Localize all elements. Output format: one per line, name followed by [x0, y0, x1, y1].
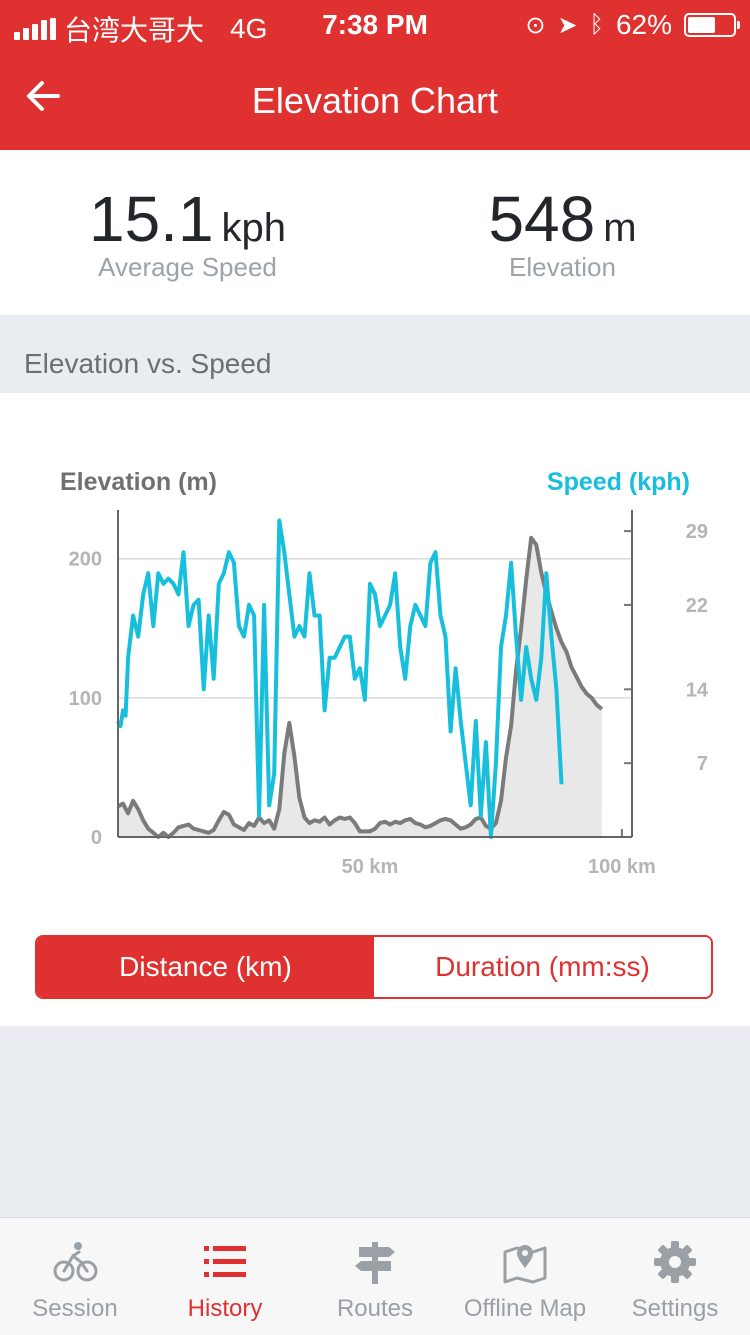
elevation-label: Elevation [509, 252, 616, 282]
section-header: Elevation vs. Speed [0, 315, 750, 393]
axis-mode-toggle: Distance (km) Duration (mm:ss) [35, 935, 713, 999]
right-tick-label: 29 [686, 521, 708, 543]
bluetooth-icon: ᛒ [589, 11, 604, 38]
battery-percent: 62% [615, 9, 672, 40]
tab-session[interactable]: Session [0, 1218, 150, 1335]
average-speed-unit: kph [221, 206, 287, 250]
elevation-unit: m [603, 206, 637, 250]
map-pin-icon [503, 1245, 547, 1284]
tab-settings[interactable]: Settings [600, 1218, 750, 1335]
rotation-lock-icon: ⊙ [525, 11, 546, 39]
duration-toggle-button[interactable]: Duration (mm:ss) [374, 937, 711, 997]
right-tick-label: 14 [686, 679, 709, 701]
speed-line [116, 518, 564, 839]
page-title: Elevation Chart [251, 80, 499, 121]
list-icon [204, 1246, 246, 1277]
tab-session-label: Session [32, 1295, 118, 1322]
x-tick-label: 100 km [588, 856, 656, 878]
tab-routes-label: Routes [336, 1295, 414, 1322]
gear-icon [654, 1241, 696, 1283]
elevation-stat: 548 m Elevation [375, 184, 750, 283]
tab-offline-map-label: Offline Map [463, 1295, 587, 1322]
right-tick-label: 22 [686, 595, 708, 617]
cyclist-icon [53, 1242, 98, 1282]
elevation-speed-chart: 0 100 200 7 14 22 29 50 km 100 km Elevation (m) Sp… [60, 468, 709, 878]
stats-panel: 15.1 kph Average Speed 548 m Elevation [0, 150, 750, 315]
left-tick-label: 0 [91, 827, 102, 849]
tab-settings-label: Settings [631, 1295, 719, 1322]
battery-icon [684, 13, 740, 37]
location-arrow-icon: ➤ [557, 11, 578, 39]
distance-toggle-button[interactable]: Distance (km) [37, 937, 374, 997]
tab-history[interactable]: History [150, 1218, 300, 1335]
tab-history-label: History [187, 1295, 263, 1322]
header-bar: 台湾大哥大 4G 7:38 PM ⊙ ➤ ᛒ 62% Elevation Cha… [0, 0, 750, 150]
average-speed-value: 15.1 [88, 183, 214, 255]
left-tick-label: 200 [69, 549, 102, 571]
left-axis-title: Elevation (m) [60, 468, 217, 496]
chart-card: 0 100 200 7 14 22 29 50 km 100 km Elevation (m) Sp… [0, 393, 750, 1026]
average-speed-stat: 15.1 kph Average Speed [0, 184, 375, 283]
section-title: Elevation vs. Speed [24, 348, 272, 379]
elevation-area [118, 537, 602, 837]
tab-bar: Session History Routes Offline Map Setti… [0, 1217, 750, 1335]
signpost-icon [355, 1242, 395, 1284]
average-speed-label: Average Speed [98, 252, 277, 282]
x-tick-label: 50 km [342, 856, 399, 878]
tab-routes[interactable]: Routes [300, 1218, 450, 1335]
left-tick-label: 100 [69, 688, 102, 710]
status-bar: 台湾大哥大 4G 7:38 PM ⊙ ➤ ᛒ 62% [0, 0, 750, 50]
right-axis-title: Speed (kph) [547, 468, 690, 496]
tab-offline-map[interactable]: Offline Map [450, 1218, 600, 1335]
right-tick-label: 7 [697, 753, 708, 775]
elevation-value: 548 [488, 183, 596, 255]
